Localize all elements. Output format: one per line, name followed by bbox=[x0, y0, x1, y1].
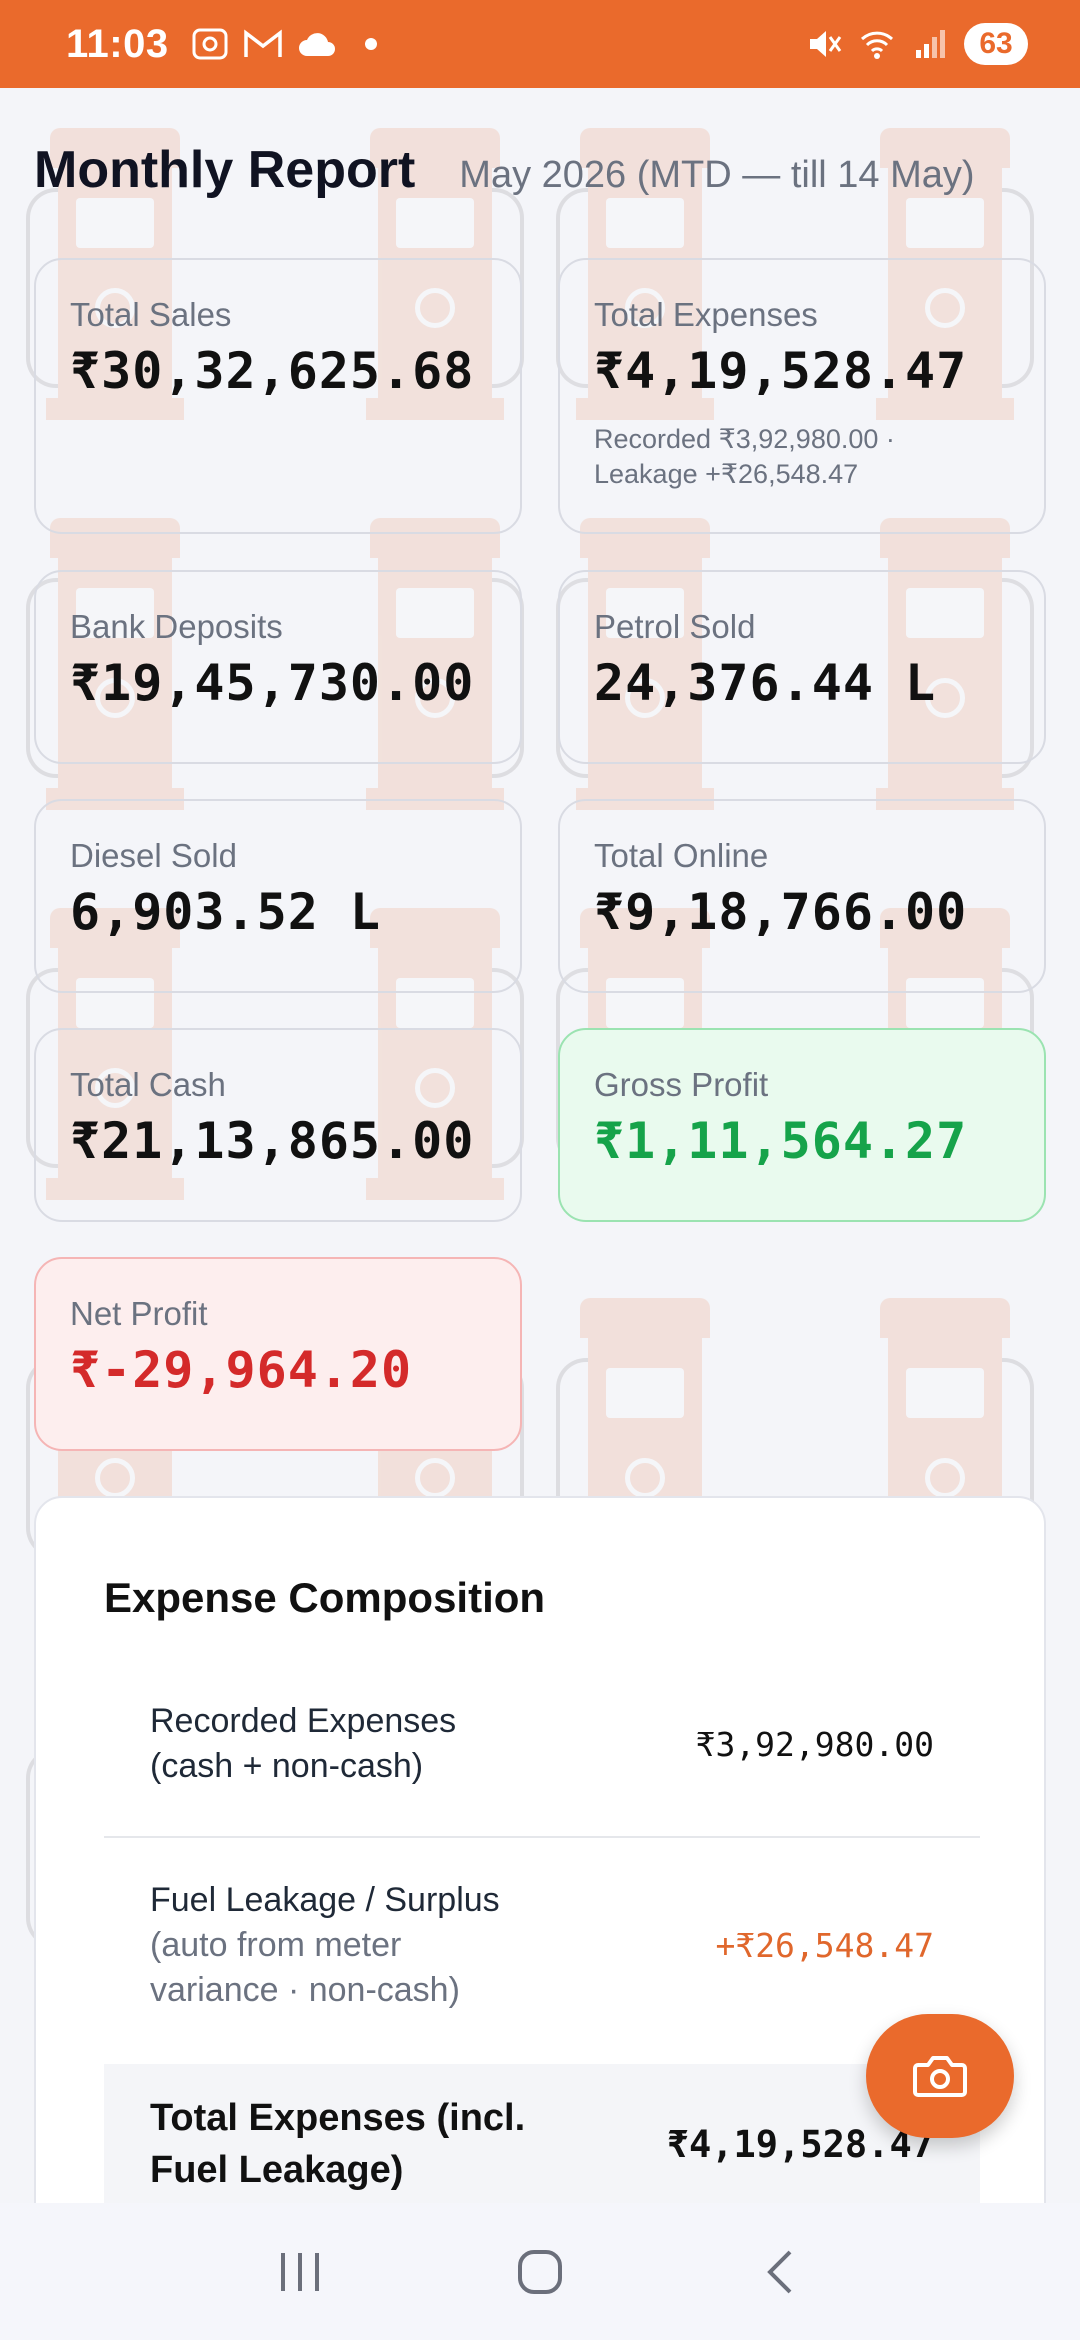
gmail-icon bbox=[243, 29, 282, 57]
row-amount: +₹26,548.47 bbox=[715, 1925, 934, 1965]
total-online-card[interactable]: Total Online ₹9,18,766.00 bbox=[558, 799, 1046, 993]
row-amount: ₹4,19,528.47 bbox=[666, 2122, 934, 2166]
mute-icon bbox=[810, 31, 842, 57]
card-value: ₹21,13,865.00 bbox=[70, 1112, 475, 1170]
screenshot-icon bbox=[192, 28, 228, 60]
row-label-line: Fuel Leakage) bbox=[150, 2149, 404, 2191]
card-label: Gross Profit bbox=[594, 1066, 769, 1103]
row-label: Recorded Expenses (cash + non-cash) bbox=[150, 1699, 456, 1789]
card-label: Total Online bbox=[594, 837, 769, 874]
total-cash-card[interactable]: Total Cash ₹21,13,865.00 bbox=[34, 1028, 522, 1222]
status-bar: 11:03 63 bbox=[0, 0, 1080, 88]
home-icon bbox=[518, 2249, 562, 2294]
petrol-sold-card[interactable]: Petrol Sold 24,376.44 L bbox=[558, 570, 1046, 764]
card-label: Bank Deposits bbox=[70, 608, 283, 645]
wifi-icon bbox=[860, 31, 894, 59]
row-label-line: variance · non-cash) bbox=[150, 1970, 460, 2009]
camera-icon bbox=[913, 2056, 967, 2097]
notification-dot bbox=[364, 38, 377, 50]
row-label-line: (cash + non-cash) bbox=[150, 1747, 424, 1785]
home-button[interactable] bbox=[495, 2237, 585, 2307]
card-value: ₹30,32,625.68 bbox=[70, 342, 475, 400]
card-label: Total Expenses bbox=[594, 296, 818, 333]
expense-composition-panel: Expense Composition Recorded Expenses (c… bbox=[34, 1496, 1046, 2256]
card-value: 6,903.52 L bbox=[70, 883, 382, 941]
system-icons: 63 bbox=[806, 23, 1028, 65]
row-label: Total Expenses (incl. Fuel Leakage) bbox=[150, 2092, 525, 2196]
diesel-sold-card[interactable]: Diesel Sold 6,903.52 L bbox=[34, 799, 522, 993]
row-label-line: Total Expenses (incl. bbox=[150, 2097, 526, 2139]
report-header: Monthly Report May 2026 (MTD — till 14 M… bbox=[34, 140, 1054, 200]
recents-icon bbox=[281, 2252, 319, 2291]
total-expenses-row: Total Expenses (incl. Fuel Leakage) ₹4,1… bbox=[104, 2064, 980, 2224]
system-nav-bar bbox=[0, 2203, 1080, 2340]
card-value: ₹4,19,528.47 bbox=[594, 342, 968, 400]
cloud-icon bbox=[298, 33, 335, 56]
row-label: Fuel Leakage / Surplus (auto from meter … bbox=[150, 1878, 500, 2013]
row-label-line: Recorded Expenses bbox=[150, 1702, 457, 1740]
card-label: Petrol Sold bbox=[594, 608, 756, 645]
divider bbox=[104, 1836, 980, 1838]
bank-deposits-card[interactable]: Bank Deposits ₹19,45,730.00 bbox=[34, 570, 522, 764]
card-value: ₹1,11,564.27 bbox=[594, 1112, 968, 1170]
card-label: Total Sales bbox=[70, 296, 232, 333]
back-button[interactable] bbox=[735, 2237, 825, 2307]
recents-button[interactable] bbox=[255, 2237, 345, 2307]
total-expenses-card[interactable]: Total Expenses ₹4,19,528.47 Recorded ₹3,… bbox=[558, 258, 1046, 534]
leakage-note: Leakage +₹26,548.47 bbox=[594, 459, 859, 489]
net-profit-card[interactable]: Net Profit ₹-29,964.20 bbox=[34, 1257, 522, 1451]
back-icon bbox=[767, 2250, 792, 2293]
recorded-note: Recorded ₹3,92,980.00 · bbox=[594, 424, 895, 454]
total-sales-card[interactable]: Total Sales ₹30,32,625.68 bbox=[34, 258, 522, 534]
card-label: Total Cash bbox=[70, 1066, 226, 1103]
section-title: Expense Composition bbox=[104, 1574, 546, 1621]
recorded-expenses-row: Recorded Expenses (cash + non-cash) ₹3,9… bbox=[104, 1694, 980, 1794]
notification-icons bbox=[191, 27, 377, 61]
card-value: ₹9,18,766.00 bbox=[594, 883, 968, 941]
row-label-line: Fuel Leakage / Surplus bbox=[150, 1880, 500, 1919]
gross-profit-card[interactable]: Gross Profit ₹1,11,564.27 bbox=[558, 1028, 1046, 1222]
card-value: 24,376.44 L bbox=[594, 654, 937, 712]
card-label: Net Profit bbox=[70, 1295, 208, 1332]
card-value: ₹-29,964.20 bbox=[70, 1341, 413, 1399]
report-period: May 2026 (MTD — till 14 May) bbox=[459, 154, 975, 196]
expense-breakdown-note: Recorded ₹3,92,980.00 · Leakage +₹26,548… bbox=[594, 422, 1010, 492]
row-label-line: (auto from meter bbox=[150, 1925, 402, 1964]
camera-button[interactable] bbox=[866, 2014, 1014, 2138]
signal-icon bbox=[916, 30, 945, 58]
page-title: Monthly Report bbox=[34, 141, 416, 199]
card-label: Diesel Sold bbox=[70, 837, 237, 874]
fuel-leakage-row: Fuel Leakage / Surplus (auto from meter … bbox=[104, 1870, 980, 2020]
status-time: 11:03 bbox=[66, 21, 169, 66]
battery-icon: 63 bbox=[964, 23, 1028, 65]
row-amount: ₹3,92,980.00 bbox=[695, 1724, 934, 1764]
card-value: ₹19,45,730.00 bbox=[70, 654, 475, 712]
